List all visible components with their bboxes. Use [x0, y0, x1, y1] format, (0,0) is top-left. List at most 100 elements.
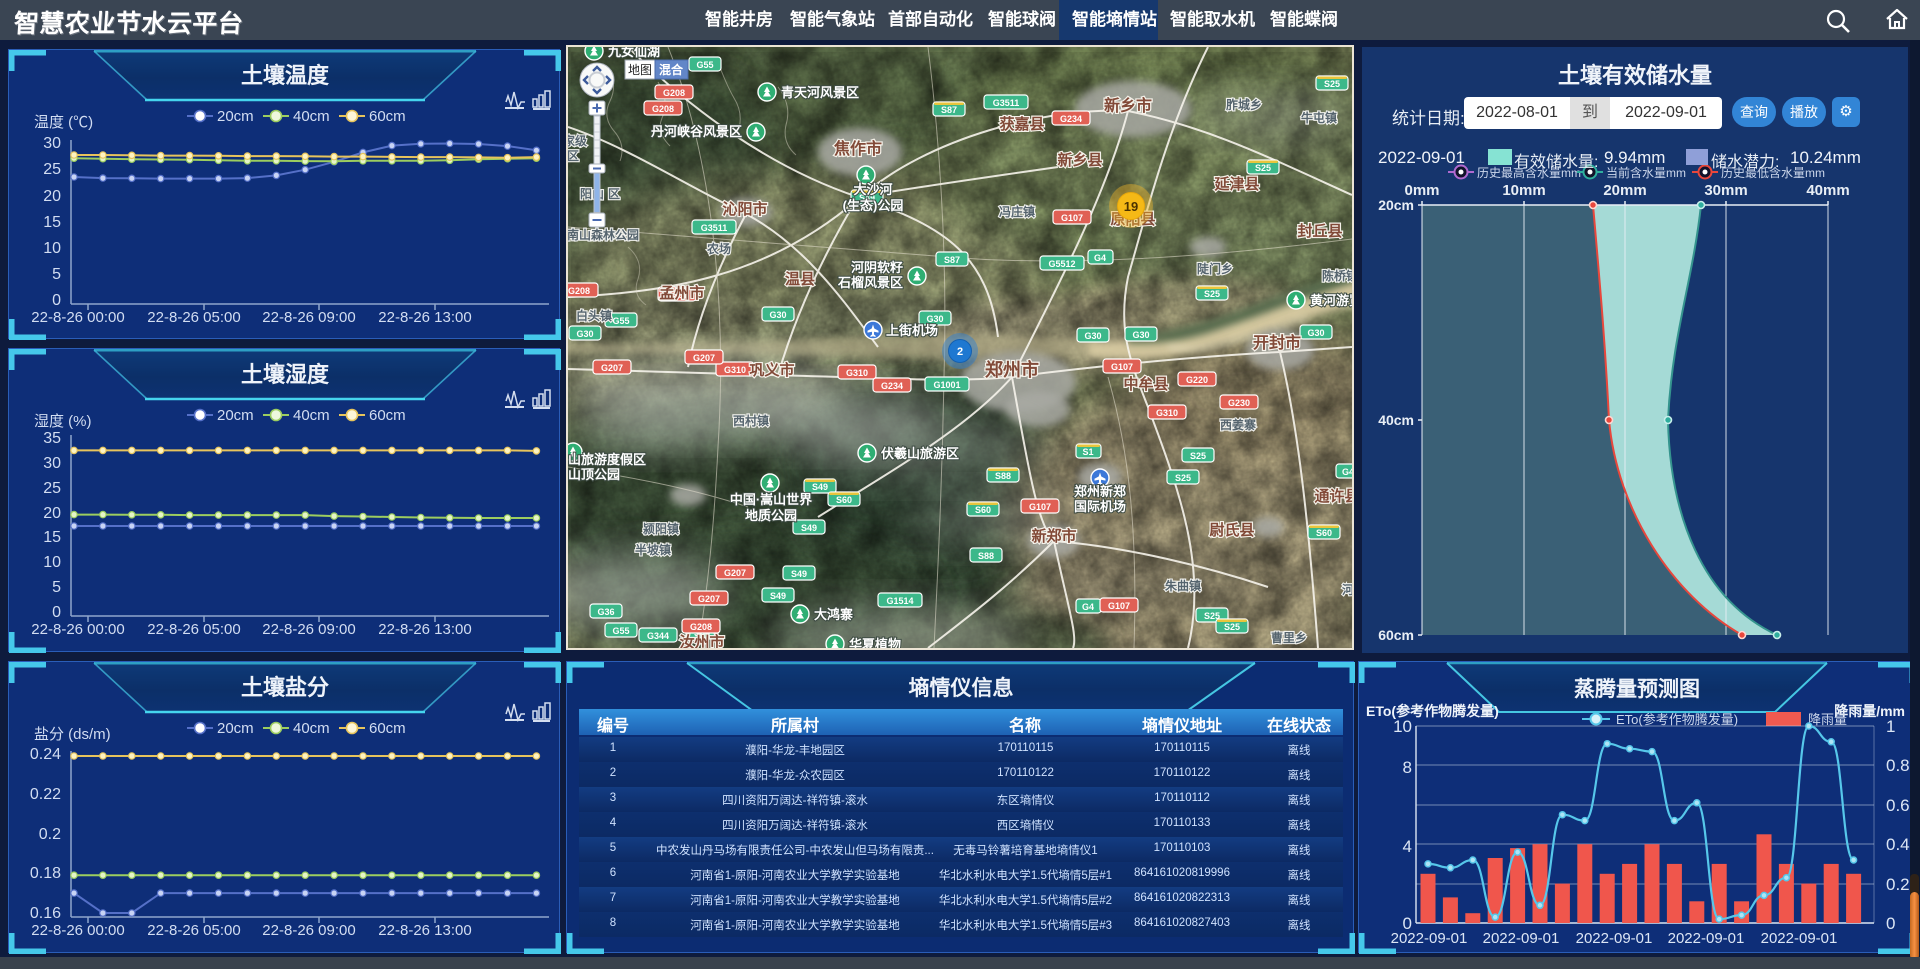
svg-text:土壤有效储水量: 土壤有效储水量	[1558, 63, 1712, 88]
svg-text:G1001: G1001	[933, 380, 960, 390]
svg-text:G4: G4	[1082, 602, 1094, 612]
svg-text:22-8-26 00:00: 22-8-26 00:00	[31, 922, 124, 939]
svg-text:0.24: 0.24	[30, 746, 61, 763]
svg-text:22-8-26 09:00: 22-8-26 09:00	[262, 621, 355, 638]
svg-text:G310: G310	[724, 365, 746, 375]
svg-text:封丘县: 封丘县	[1297, 222, 1342, 240]
svg-text:G55: G55	[612, 316, 629, 326]
svg-text:湿度 (%): 湿度 (%)	[34, 413, 92, 430]
svg-text:S87: S87	[944, 255, 960, 265]
svg-text:S25: S25	[1175, 473, 1191, 483]
svg-text:25: 25	[43, 480, 61, 497]
svg-text:60cm: 60cm	[369, 108, 406, 125]
svg-text:G36: G36	[597, 607, 614, 617]
svg-text:G220: G220	[1186, 375, 1208, 385]
svg-text:G55: G55	[612, 626, 629, 636]
svg-text:S49: S49	[791, 569, 807, 579]
svg-text:S25: S25	[1224, 622, 1240, 632]
svg-text:20cm: 20cm	[1378, 197, 1414, 213]
svg-text:G1514: G1514	[886, 596, 913, 606]
svg-text:G3511: G3511	[993, 98, 1020, 108]
svg-text:汝州市: 汝州市	[679, 633, 724, 648]
svg-text:家级: 家级	[568, 133, 587, 148]
svg-text:地质公园: 地质公园	[745, 508, 797, 523]
svg-text:20cm: 20cm	[217, 407, 254, 424]
svg-text:延津县: 延津县	[1213, 175, 1259, 193]
svg-text:西姜寨: 西姜寨	[1220, 417, 1256, 432]
svg-text:温县: 温县	[785, 271, 815, 288]
svg-text:G208: G208	[690, 622, 712, 632]
svg-text:墒情仪信息: 墒情仪信息	[909, 676, 1014, 700]
svg-text:S1: S1	[1082, 447, 1093, 457]
svg-text:G310: G310	[846, 368, 868, 378]
svg-text:22-8-26 05:00: 22-8-26 05:00	[147, 309, 240, 326]
svg-text:胙城乡: 胙城乡	[1226, 97, 1262, 112]
svg-text:G30: G30	[1307, 328, 1324, 338]
svg-text:60cm: 60cm	[369, 407, 406, 424]
svg-text:ETo(参考作物腾发量): ETo(参考作物腾发量)	[1616, 712, 1738, 727]
svg-text:G4: G4	[1094, 253, 1106, 263]
svg-text:2022-09-01: 2022-09-01	[1668, 930, 1745, 947]
svg-text:新乡市: 新乡市	[1104, 96, 1152, 115]
svg-text:朱曲镇: 朱曲镇	[1165, 578, 1201, 593]
svg-text:中国·嵩山世界: 中国·嵩山世界	[730, 492, 812, 507]
svg-text:山旅游度假区: 山旅游度假区	[568, 452, 646, 467]
svg-text:22-8-26 00:00: 22-8-26 00:00	[31, 309, 124, 326]
svg-text:60cm: 60cm	[369, 720, 406, 737]
svg-text:通许县: 通许县	[1314, 487, 1352, 505]
svg-text:混合: 混合	[659, 62, 684, 77]
svg-text:G208: G208	[568, 286, 590, 296]
svg-text:60cm: 60cm	[1378, 627, 1414, 643]
svg-text:S25: S25	[1324, 79, 1340, 89]
svg-text:大沙河: 大沙河	[853, 182, 892, 197]
svg-text:G30: G30	[576, 329, 593, 339]
svg-text:半坡镇: 半坡镇	[635, 542, 671, 557]
svg-text:S49: S49	[770, 591, 786, 601]
svg-text:九女仙湖: 九女仙湖	[607, 47, 660, 59]
svg-text:S88: S88	[995, 471, 1011, 481]
svg-text:G207: G207	[601, 363, 623, 373]
svg-text:ETo(参考作物腾发量): ETo(参考作物腾发量)	[1366, 703, 1499, 719]
svg-text:2022-09-01: 2022-09-01	[1483, 930, 1560, 947]
svg-text:丹河峡谷风景区: 丹河峡谷风景区	[651, 124, 742, 139]
svg-text:S60: S60	[836, 495, 852, 505]
svg-text:冯庄镇: 冯庄镇	[999, 204, 1035, 219]
svg-text:上街机场: 上街机场	[886, 323, 938, 338]
svg-text:30: 30	[43, 135, 61, 152]
svg-text:40cm: 40cm	[293, 720, 330, 737]
svg-text:2022-09-01: 2022-09-01	[1761, 930, 1838, 947]
svg-text:区: 区	[608, 187, 620, 201]
svg-text:S49: S49	[812, 482, 828, 492]
svg-text:G3511: G3511	[701, 223, 728, 233]
svg-text:G30: G30	[1084, 331, 1101, 341]
svg-text:0: 0	[1886, 914, 1895, 933]
svg-text:5: 5	[52, 579, 61, 596]
svg-text:区: 区	[568, 149, 579, 163]
svg-text:伏羲山旅游区: 伏羲山旅游区	[881, 446, 959, 461]
svg-text:农场: 农场	[706, 241, 731, 256]
svg-text:河村: 河村	[1341, 582, 1352, 597]
svg-text:G107: G107	[1061, 213, 1083, 223]
svg-text:获嘉县: 获嘉县	[999, 115, 1044, 133]
svg-text:40cm: 40cm	[293, 108, 330, 125]
svg-text:19: 19	[1124, 199, 1138, 214]
svg-text:盐分 (ds/m): 盐分 (ds/m)	[34, 726, 111, 743]
svg-text:河阴软籽: 河阴软籽	[851, 260, 903, 275]
svg-text:中牟县: 中牟县	[1123, 375, 1168, 393]
svg-text:G107: G107	[1029, 502, 1051, 512]
svg-text:10mm: 10mm	[1502, 182, 1545, 199]
svg-text:S25: S25	[1255, 163, 1271, 173]
svg-text:40cm: 40cm	[293, 407, 330, 424]
svg-text:(生态)公园: (生态)公园	[843, 198, 904, 213]
svg-text:G344: G344	[647, 631, 669, 641]
svg-text:土壤湿度: 土壤湿度	[241, 362, 330, 387]
svg-text:G230: G230	[1228, 398, 1250, 408]
svg-text:南山森林公园: 南山森林公园	[568, 227, 639, 242]
svg-text:G207: G207	[693, 353, 715, 363]
svg-text:S25: S25	[1190, 451, 1206, 461]
svg-text:40cm: 40cm	[1378, 412, 1414, 428]
svg-text:0.18: 0.18	[30, 865, 61, 882]
svg-text:4: 4	[1403, 837, 1412, 856]
svg-text:沁阳市: 沁阳市	[722, 200, 767, 218]
svg-text:G55: G55	[696, 60, 713, 70]
